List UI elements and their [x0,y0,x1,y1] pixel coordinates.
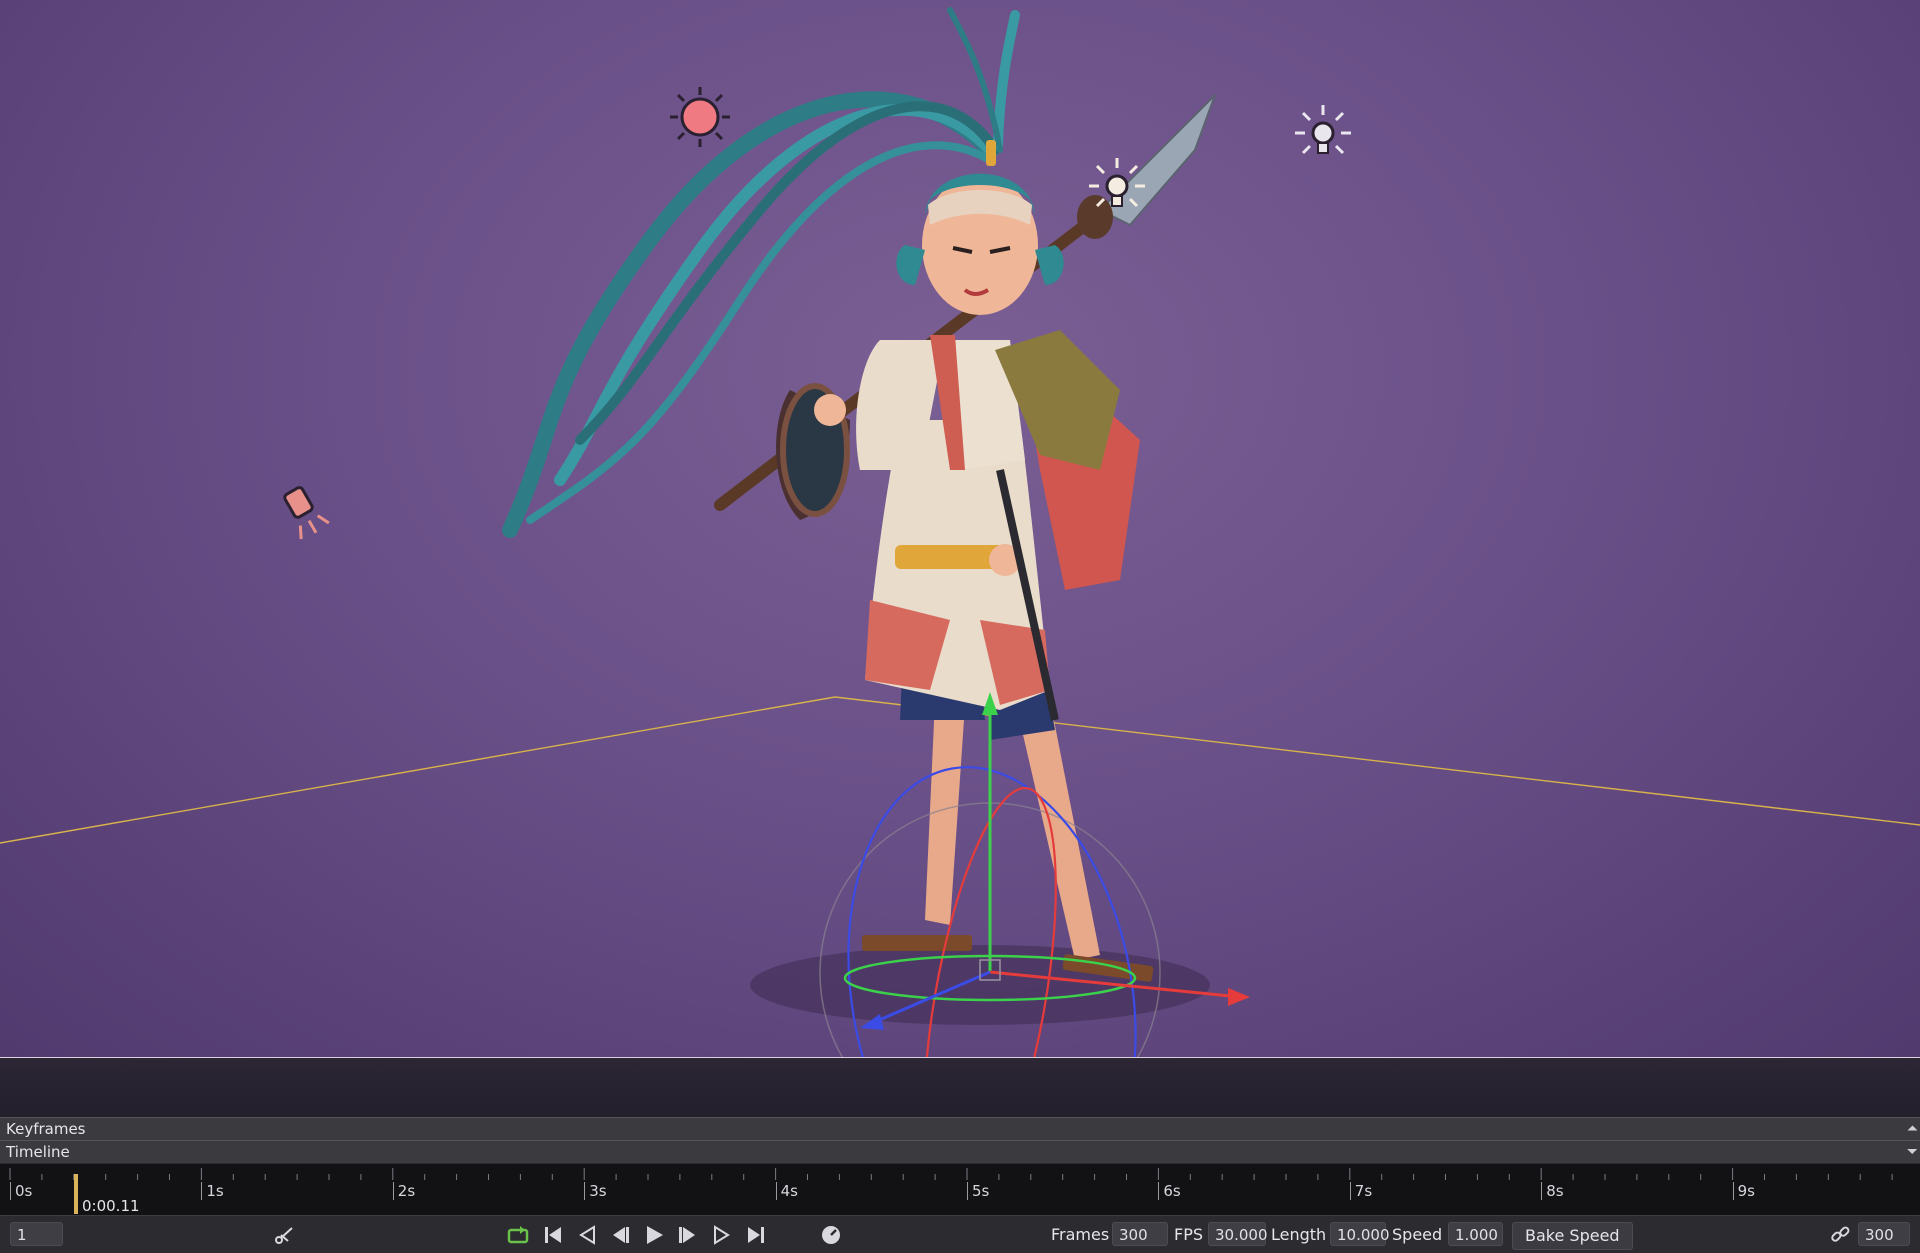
viewport-floor-strip [0,1057,1920,1118]
speed-label: Speed [1392,1225,1443,1244]
point-light-icon[interactable] [1295,105,1351,155]
ruler-tick-label: 3s [584,1182,607,1200]
length-field[interactable]: 10.000 [1330,1222,1390,1246]
step-back-icon[interactable] [608,1223,632,1247]
scissors-icon[interactable] [272,1223,296,1247]
end-frame-field[interactable]: 300 [1858,1222,1910,1246]
ruler-tick-label: 2s [392,1182,415,1200]
frames-field[interactable]: 300 [1112,1222,1168,1246]
keyframes-panel-header[interactable]: Keyframes ⏶ [0,1117,1920,1140]
playhead[interactable] [74,1174,78,1214]
ruler-ticks [9,1168,1893,1180]
character-left-hand [814,394,846,426]
bake-speed-button[interactable]: Bake Speed [1512,1222,1633,1250]
ruler-tick-label: 0s [10,1182,32,1200]
frames-label: Frames [1051,1225,1110,1244]
spot-light-icon[interactable] [278,483,330,541]
current-frame-field[interactable]: 1 [10,1222,63,1246]
ruler-tick-label: 8s [1541,1182,1564,1200]
character-robe [776,330,1140,710]
ruler-tick-label: 6s [1158,1182,1181,1200]
loop-icon[interactable] [506,1223,530,1247]
collapse-icon[interactable]: ⏷ [1907,1141,1918,1163]
playhead-time: 0:00.11 [82,1197,140,1215]
timeline-panel-header[interactable]: Timeline ⏷ [0,1140,1920,1163]
character-model[interactable] [502,7,1216,982]
timeline-ruler[interactable]: 0s 1s 2s 3s 4s 5s 6s 7s 8s 9s 0:00.11 [0,1163,1920,1216]
length-label: Length [1271,1225,1327,1244]
ruler-tick-label: 9s [1732,1182,1755,1200]
viewport-3d[interactable] [0,0,1920,1057]
speed-field[interactable]: 1.000 [1448,1222,1503,1246]
ruler-tick-label: 4s [775,1182,798,1200]
timeline-panel-title: Timeline [6,1143,70,1161]
next-key-icon[interactable] [710,1223,734,1247]
ruler-tick-label: 7s [1349,1182,1372,1200]
go-to-start-icon[interactable] [541,1223,565,1247]
expand-icon[interactable]: ⏶ [1907,1118,1918,1140]
fps-label: FPS [1174,1225,1204,1244]
fps-field[interactable]: 30.000 [1208,1222,1268,1246]
ruler-tick-label: 5s [967,1182,989,1200]
prev-key-icon[interactable] [575,1223,599,1247]
scene-canvas [0,7,1920,1057]
playback-toolbar: 1 Frames 300 FPS 30.000 Length 10.000 Sp… [0,1215,1920,1253]
keyframes-panel-title: Keyframes [6,1120,86,1138]
play-icon[interactable] [642,1223,666,1247]
app-window: Keyframes ⏶ Timeline ⏷ 0s 1s 2s 3s 4s 5s 6s 7s 8… [0,0,1920,1253]
sun-light-icon[interactable] [670,87,730,147]
ruler-tick-label: 1s [201,1182,224,1200]
link-icon[interactable] [1829,1223,1853,1247]
go-to-end-icon[interactable] [744,1223,768,1247]
character-head [896,140,1064,315]
speed-dial-icon[interactable] [819,1223,843,1247]
step-forward-icon[interactable] [676,1223,700,1247]
